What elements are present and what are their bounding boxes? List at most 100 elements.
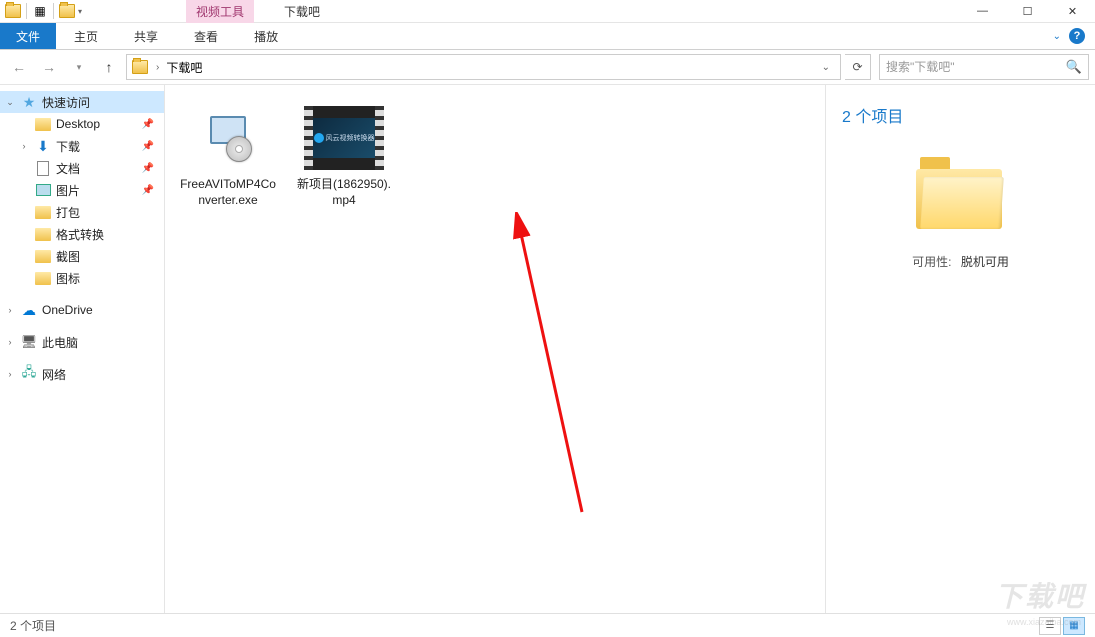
folder-app-icon	[4, 2, 22, 20]
ribbon-tab-play[interactable]: 播放	[236, 23, 296, 49]
new-folder-icon[interactable]	[58, 2, 76, 20]
sidebar-item-jietu[interactable]: › 截图	[0, 245, 164, 267]
qat-dropdown-icon[interactable]: ▾	[78, 7, 82, 16]
quick-access-toolbar: ▦ ▾	[0, 2, 86, 20]
folder-icon	[34, 204, 52, 220]
ribbon-tab-home[interactable]: 主页	[56, 23, 116, 49]
ribbon-tab-view[interactable]: 查看	[176, 23, 236, 49]
file-item-video[interactable]: 风云视频转换器 新项目(1862950).mp4	[291, 97, 397, 214]
folder-icon	[34, 248, 52, 264]
details-availability: 可用性: 脱机可用	[842, 253, 1079, 270]
search-box[interactable]: 🔍	[879, 54, 1089, 80]
search-input[interactable]	[886, 60, 1066, 74]
breadcrumb-current[interactable]: 下载吧	[166, 59, 202, 76]
star-icon: ★	[20, 94, 38, 110]
sidebar-label: OneDrive	[42, 303, 93, 317]
sidebar-item-dabao[interactable]: › 打包	[0, 201, 164, 223]
sidebar-label: 打包	[56, 204, 80, 221]
pin-icon: 📌	[142, 141, 160, 152]
sidebar-label: 图片	[56, 182, 80, 199]
window-title: 下载吧	[284, 3, 320, 20]
watermark-url: www.xiazaiba.com	[1007, 617, 1081, 627]
help-icon[interactable]: ?	[1069, 28, 1085, 44]
file-name-label: 新项目(1862950).mp4	[293, 177, 395, 208]
availability-value: 脱机可用	[961, 255, 1009, 269]
annotation-arrow	[512, 212, 592, 522]
folder-icon	[131, 58, 149, 76]
address-bar[interactable]: › 下载吧 ⌄	[126, 54, 841, 80]
sidebar-label: 格式转换	[56, 226, 104, 243]
properties-icon[interactable]: ▦	[31, 2, 49, 20]
sidebar-onedrive[interactable]: › ☁ OneDrive	[0, 299, 164, 321]
sidebar-label: 网络	[42, 366, 66, 383]
address-dropdown-icon[interactable]: ⌄	[816, 62, 836, 73]
exe-thumbnail	[188, 103, 268, 173]
sidebar-label: 下载	[56, 138, 80, 155]
qat-separator	[26, 3, 27, 19]
sidebar-label: 截图	[56, 248, 80, 265]
details-pane: 2 个项目 可用性: 脱机可用	[825, 85, 1095, 613]
pin-icon: 📌	[142, 185, 160, 196]
sidebar-quick-access[interactable]: ⌄ ★ 快速访问	[0, 91, 164, 113]
title-bar: ▦ ▾ 视频工具 下载吧 — ☐ ✕	[0, 0, 1095, 23]
minimize-button[interactable]: —	[960, 0, 1005, 23]
onedrive-icon: ☁	[20, 302, 38, 318]
address-row: ← → ▾ ↑ › 下载吧 ⌄ ⟳ 🔍	[0, 50, 1095, 85]
folder-icon	[34, 116, 52, 132]
folder-icon	[34, 270, 52, 286]
sidebar-label: 文档	[56, 160, 80, 177]
sidebar-item-downloads[interactable]: › ⬇ 下载 📌	[0, 135, 164, 157]
sidebar-network[interactable]: › 🖧 网络	[0, 363, 164, 385]
video-thumbnail: 风云视频转换器	[304, 103, 384, 173]
file-item-exe[interactable]: FreeAVIToMP4Converter.exe	[175, 97, 281, 214]
folder-icon	[34, 226, 52, 242]
search-icon[interactable]: 🔍	[1066, 59, 1082, 75]
expand-icon[interactable]: ›	[4, 337, 16, 347]
window-controls: — ☐ ✕	[960, 0, 1095, 23]
ribbon-collapse-icon[interactable]: ⌄	[1053, 31, 1061, 42]
ribbon: 文件 主页 共享 查看 播放 ⌄ ?	[0, 23, 1095, 50]
expand-icon[interactable]: ›	[18, 141, 30, 151]
sidebar-item-tubiao[interactable]: › 图标	[0, 267, 164, 289]
status-bar: 2 个项目 ☰ ▦	[0, 613, 1095, 637]
sidebar-item-geshi[interactable]: › 格式转换	[0, 223, 164, 245]
close-button[interactable]: ✕	[1050, 0, 1095, 23]
ribbon-file-tab[interactable]: 文件	[0, 23, 56, 49]
sidebar-label: 此电脑	[42, 334, 78, 351]
main-area: ⌄ ★ 快速访问 › Desktop 📌 › ⬇ 下载 📌 › 文档 📌 › 图…	[0, 85, 1095, 613]
chevron-right-icon[interactable]: ›	[153, 62, 162, 73]
navigation-pane: ⌄ ★ 快速访问 › Desktop 📌 › ⬇ 下载 📌 › 文档 📌 › 图…	[0, 85, 165, 613]
pin-icon: 📌	[142, 163, 160, 174]
picture-icon	[34, 182, 52, 198]
download-icon: ⬇	[34, 138, 52, 154]
file-list-pane[interactable]: FreeAVIToMP4Converter.exe 风云视频转换器 新项目(18…	[165, 85, 825, 613]
expand-icon[interactable]: ⌄	[4, 97, 16, 108]
sidebar-item-documents[interactable]: › 文档 📌	[0, 157, 164, 179]
details-title: 2 个项目	[842, 103, 1079, 127]
sidebar-label: 图标	[56, 270, 80, 287]
nav-back-button[interactable]: ←	[6, 54, 32, 80]
pin-icon: 📌	[142, 119, 160, 130]
status-item-count: 2 个项目	[10, 617, 56, 634]
contextual-tab-video-tools: 视频工具	[186, 0, 254, 23]
maximize-button[interactable]: ☐	[1005, 0, 1050, 23]
availability-label: 可用性:	[912, 255, 951, 269]
nav-forward-button[interactable]: →	[36, 54, 62, 80]
refresh-button[interactable]: ⟳	[845, 54, 871, 80]
document-icon	[34, 160, 52, 176]
network-icon: 🖧	[20, 366, 38, 382]
sidebar-label: Desktop	[56, 117, 100, 131]
folder-large-icon	[916, 157, 1006, 229]
sidebar-label: 快速访问	[42, 94, 90, 111]
pc-icon: 🖥	[20, 334, 38, 350]
ribbon-tab-share[interactable]: 共享	[116, 23, 176, 49]
expand-icon[interactable]: ›	[4, 369, 16, 379]
sidebar-this-pc[interactable]: › 🖥 此电脑	[0, 331, 164, 353]
nav-recent-dropdown[interactable]: ▾	[66, 54, 92, 80]
qat-separator	[53, 3, 54, 19]
sidebar-item-pictures[interactable]: › 图片 📌	[0, 179, 164, 201]
file-name-label: FreeAVIToMP4Converter.exe	[177, 177, 279, 208]
expand-icon[interactable]: ›	[4, 305, 16, 315]
nav-up-button[interactable]: ↑	[96, 54, 122, 80]
sidebar-item-desktop[interactable]: › Desktop 📌	[0, 113, 164, 135]
